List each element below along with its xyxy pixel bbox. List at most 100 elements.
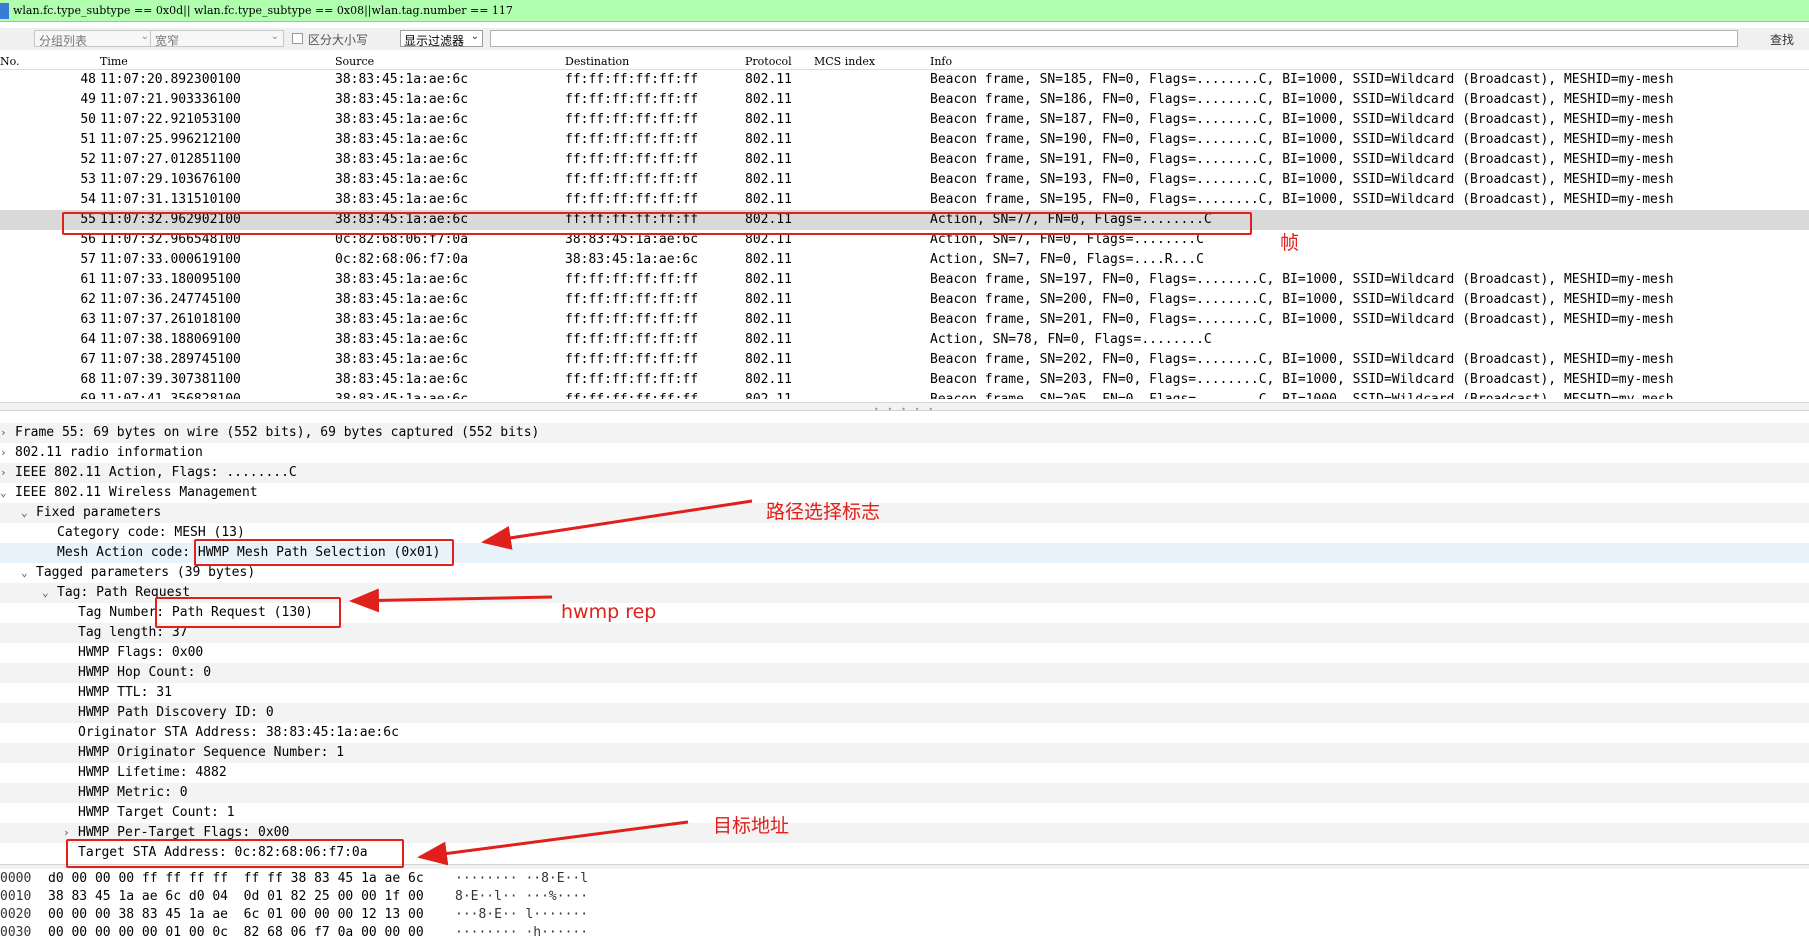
packet-row[interactable]: 48 11:07:20.892300100 38:83:45:1a:ae:6c ff:… [0,70,1809,90]
packet-no: 48 [80,72,96,87]
packet-time: 11:07:36.247745100 [100,292,241,307]
bytes-row[interactable]: 0030 00 00 00 00 00 01 00 0c 82 68 06 f7 … [0,924,1809,939]
packet-protocol: 802.11 [745,132,792,147]
detail-text: 802.11 radio information [15,445,203,460]
packet-info: Beacon frame, SN=197, FN=0, Flags=......… [930,272,1674,287]
detail-row[interactable]: › IEEE 802.11 Action, Flags: ........C [0,463,1809,483]
expand-arrow-icon[interactable]: › [0,463,12,483]
display-filter-text[interactable]: wlan.fc.type_subtype == 0x0d|| wlan.fc.t… [13,4,513,17]
column-header-protocol[interactable]: Protocol [745,55,792,68]
detail-row[interactable]: ⌄ Tagged parameters (39 bytes) [0,563,1809,583]
detail-row[interactable]: Tag Number: Path Request (130) [0,603,1809,623]
detail-text: Fixed parameters [36,505,162,520]
packet-row[interactable]: 52 11:07:27.012851100 38:83:45:1a:ae:6c ff:… [0,150,1809,170]
packet-row[interactable]: 68 11:07:39.307381100 38:83:45:1a:ae:6c ff:… [0,370,1809,390]
bytes-row[interactable]: 0010 38 83 45 1a ae 6c d0 04 0d 01 82 25 … [0,888,1809,906]
detail-row[interactable]: HWMP TTL: 31 [0,683,1809,703]
detail-row[interactable]: HWMP Hop Count: 0 [0,663,1809,683]
column-header-time[interactable]: Time [100,55,128,68]
column-header-source[interactable]: Source [335,55,374,68]
packet-destination: ff:ff:ff:ff:ff:ff [565,352,699,367]
bytes-row[interactable]: 0020 00 00 00 38 83 45 1a ae 6c 01 00 00 … [0,906,1809,924]
collapse-arrow-icon[interactable]: ⌄ [21,503,33,523]
packet-no: 68 [80,372,96,387]
detail-row[interactable]: HWMP Path Discovery ID: 0 [0,703,1809,723]
packet-row[interactable]: 64 11:07:38.188069100 38:83:45:1a:ae:6c ff:… [0,330,1809,350]
chevron-down-icon: ⌄ [140,31,149,42]
detail-row[interactable]: HWMP Metric: 0 [0,783,1809,803]
collapse-arrow-icon[interactable]: ⌄ [42,583,54,603]
detail-row[interactable]: Originator STA Address: 38:83:45:1a:ae:6… [0,723,1809,743]
packet-info: Beacon frame, SN=201, FN=0, Flags=......… [930,312,1674,327]
packet-time: 11:07:29.103676100 [100,172,241,187]
column-header-mcs-index[interactable]: MCS index [814,55,875,68]
bytes-row[interactable]: 0000 d0 00 00 00 ff ff ff ff ff ff 38 83 … [0,870,1809,888]
packet-source: 38:83:45:1a:ae:6c [335,312,469,327]
detail-row[interactable]: › 802.11 radio information [0,443,1809,463]
packet-source: 0c:82:68:06:f7:0a [335,232,469,247]
packet-source: 38:83:45:1a:ae:6c [335,292,469,307]
search-mode-select[interactable]: 显示过滤器 ⌄ [400,30,483,48]
packet-no: 67 [80,352,96,367]
detail-row[interactable]: › Frame 55: 69 bytes on wire (552 bits), … [0,423,1809,443]
packet-destination: ff:ff:ff:ff:ff:ff [565,272,699,287]
collapse-arrow-icon[interactable]: ⌄ [0,483,12,503]
packet-protocol: 802.11 [745,72,792,87]
column-header-info[interactable]: Info [930,55,952,68]
case-sensitive-label: 区分大小写 [308,33,369,47]
packet-row[interactable]: 56 11:07:32.966548100 0c:82:68:06:f7:0a 38:… [0,230,1809,250]
packet-row[interactable]: 55 11:07:32.962902100 38:83:45:1a:ae:6c ff:… [0,210,1809,230]
packet-source: 0c:82:68:06:f7:0a [335,252,469,267]
packet-row[interactable]: 63 11:07:37.261018100 38:83:45:1a:ae:6c ff:… [0,310,1809,330]
find-button[interactable]: 查找 [1770,31,1794,48]
detail-row[interactable]: HWMP Target Count: 1 [0,803,1809,823]
column-header-no[interactable]: No. [0,55,20,68]
detail-text: Target STA Address: 0c:82:68:06:f7:0a [78,845,368,860]
detail-text: HWMP Hop Count: 0 [78,665,212,680]
expand-arrow-icon[interactable]: › [0,443,12,463]
expand-arrow-icon[interactable]: › [0,423,12,443]
expand-arrow-icon[interactable]: › [63,823,75,843]
detail-row[interactable]: HWMP Originator Sequence Number: 1 [0,743,1809,763]
detail-row[interactable]: HWMP Flags: 0x00 [0,643,1809,663]
detail-row[interactable]: Category code: MESH (13) [0,523,1809,543]
detail-row[interactable]: Tag length: 37 [0,623,1809,643]
packet-protocol: 802.11 [745,172,792,187]
detail-text: HWMP Target Count: 1 [78,805,235,820]
packet-no: 57 [80,252,96,267]
packet-row[interactable]: 61 11:07:33.180095100 38:83:45:1a:ae:6c ff:… [0,270,1809,290]
packet-row[interactable]: 62 11:07:36.247745100 38:83:45:1a:ae:6c ff:… [0,290,1809,310]
packet-details-tree[interactable]: › Frame 55: 69 bytes on wire (552 bits), … [0,423,1809,864]
packet-list[interactable]: 48 11:07:20.892300100 38:83:45:1a:ae:6c ff:… [0,70,1809,399]
pane-splitter[interactable]: • • • • • [0,402,1809,414]
collapse-arrow-icon[interactable]: ⌄ [21,563,33,583]
packet-row[interactable]: 54 11:07:31.131510100 38:83:45:1a:ae:6c ff:… [0,190,1809,210]
detail-row[interactable]: Mesh Action code: HWMP Mesh Path Selecti… [0,543,1809,563]
case-sensitive-checkbox[interactable] [292,33,303,44]
packet-row[interactable]: 57 11:07:33.000619100 0c:82:68:06:f7:0a 38:… [0,250,1809,270]
packet-source: 38:83:45:1a:ae:6c [335,372,469,387]
detail-row[interactable]: ⌄ IEEE 802.11 Wireless Management [0,483,1809,503]
detail-row[interactable]: › HWMP Per-Target Flags: 0x00 [0,823,1809,843]
packet-row[interactable]: 67 11:07:38.289745100 38:83:45:1a:ae:6c ff:… [0,350,1809,370]
packet-bytes-pane[interactable]: 0000 d0 00 00 00 ff ff ff ff ff ff 38 83 … [0,870,1809,939]
column-header-destination[interactable]: Destination [565,55,629,68]
packet-row[interactable]: 49 11:07:21.903336100 38:83:45:1a:ae:6c ff:… [0,90,1809,110]
bookmark-icon[interactable] [0,3,9,19]
packet-row[interactable]: 53 11:07:29.103676100 38:83:45:1a:ae:6c ff:… [0,170,1809,190]
search-input[interactable] [490,30,1738,47]
detail-row[interactable]: Target STA Address: 0c:82:68:06:f7:0a [0,843,1809,863]
display-filter-bar[interactable]: wlan.fc.type_subtype == 0x0d|| wlan.fc.t… [0,0,1809,22]
character-width-select[interactable]: 宽窄 ⌄ [150,30,284,48]
detail-row[interactable]: HWMP Lifetime: 4882 [0,763,1809,783]
detail-row[interactable]: ⌄ Fixed parameters [0,503,1809,523]
packet-row[interactable]: 69 11:07:41.356828100 38:83:45:1a:ae:6c ff:… [0,390,1809,399]
detail-row[interactable]: ⌄ Tag: Path Request [0,583,1809,603]
packet-info: Beacon frame, SN=202, FN=0, Flags=......… [930,352,1674,367]
search-pane-select[interactable]: 分组列表 ⌄ [34,30,154,48]
packet-info: Beacon frame, SN=185, FN=0, Flags=......… [930,72,1674,87]
packet-row[interactable]: 51 11:07:25.996212100 38:83:45:1a:ae:6c ff:… [0,130,1809,150]
packet-row[interactable]: 50 11:07:22.921053100 38:83:45:1a:ae:6c ff:… [0,110,1809,130]
packet-no: 52 [80,152,96,167]
pane-splitter[interactable] [0,864,1809,869]
